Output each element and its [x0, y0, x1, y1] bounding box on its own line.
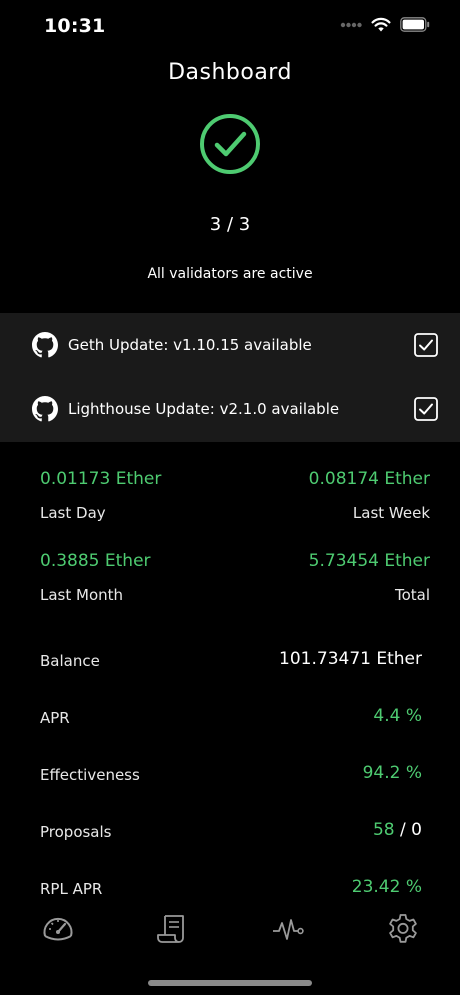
github-icon: [32, 332, 58, 358]
earnings-last-month-value: 0.3885 Ether: [40, 551, 151, 571]
stat-value: 23.42 %: [351, 877, 422, 897]
stat-row-balance: Balance 101.73471 Ether: [0, 646, 460, 676]
proposals-value: 58 / 0: [373, 820, 422, 840]
proposals-missed: 0: [411, 820, 422, 840]
updates-panel: Geth Update: v1.10.15 available Lighthou…: [0, 313, 460, 442]
proposals-separator: /: [394, 820, 412, 840]
stat-label: APR: [40, 709, 70, 727]
receipt-icon[interactable]: [156, 912, 190, 946]
battery-icon: [400, 17, 430, 32]
stat-row-rpl-apr: RPL APR 23.42 %: [0, 874, 460, 904]
wifi-icon: [371, 17, 391, 32]
earnings-total-label: Total: [394, 586, 430, 604]
checkbox-checked-icon[interactable]: [414, 333, 438, 357]
stat-value: 4.4 %: [373, 706, 422, 726]
github-icon: [32, 396, 58, 422]
check-circle-icon: [200, 114, 260, 174]
validators-count: 3 / 3: [209, 214, 251, 235]
stat-row-effectiveness: Effectiveness 94.2 %: [0, 760, 460, 790]
stat-row-proposals: Proposals 58 / 0: [0, 817, 460, 847]
tab-bar: [0, 912, 460, 952]
dashboard-icon[interactable]: [41, 912, 75, 946]
settings-icon[interactable]: [386, 912, 420, 946]
home-indicator: [148, 980, 312, 986]
stat-label: RPL APR: [40, 880, 103, 898]
status-bar: 10:31: [0, 0, 460, 54]
stat-value: 94.2 %: [362, 763, 422, 783]
earnings-last-day-value: 0.01173 Ether: [40, 469, 162, 489]
checkbox-checked-icon[interactable]: [414, 397, 438, 421]
validators-status: All validators are active: [147, 266, 313, 282]
update-row-geth[interactable]: Geth Update: v1.10.15 available: [0, 313, 460, 377]
earnings-total-value: 5.73454 Ether: [308, 551, 430, 571]
page-title: Dashboard: [168, 60, 292, 85]
earnings-last-week-label: Last Week: [352, 504, 430, 522]
status-time: 10:31: [44, 15, 106, 37]
earnings-last-month-label: Last Month: [40, 586, 124, 604]
stat-value: 101.73471 Ether: [279, 649, 422, 669]
earnings-last-day-label: Last Day: [40, 504, 106, 522]
update-label: Lighthouse Update: v2.1.0 available: [68, 400, 340, 418]
status-icons: [340, 17, 430, 32]
proposals-success: 58: [372, 820, 395, 840]
stat-label: Proposals: [40, 823, 112, 841]
earnings-last-week-value: 0.08174 Ether: [308, 469, 430, 489]
update-label: Geth Update: v1.10.15 available: [68, 336, 312, 354]
stat-label: Effectiveness: [40, 766, 140, 784]
signal-dots-icon: [340, 22, 362, 27]
stat-row-apr: APR 4.4 %: [0, 703, 460, 733]
stat-label: Balance: [40, 652, 100, 670]
activity-icon[interactable]: [271, 912, 305, 946]
update-row-lighthouse[interactable]: Lighthouse Update: v2.1.0 available: [0, 377, 460, 441]
